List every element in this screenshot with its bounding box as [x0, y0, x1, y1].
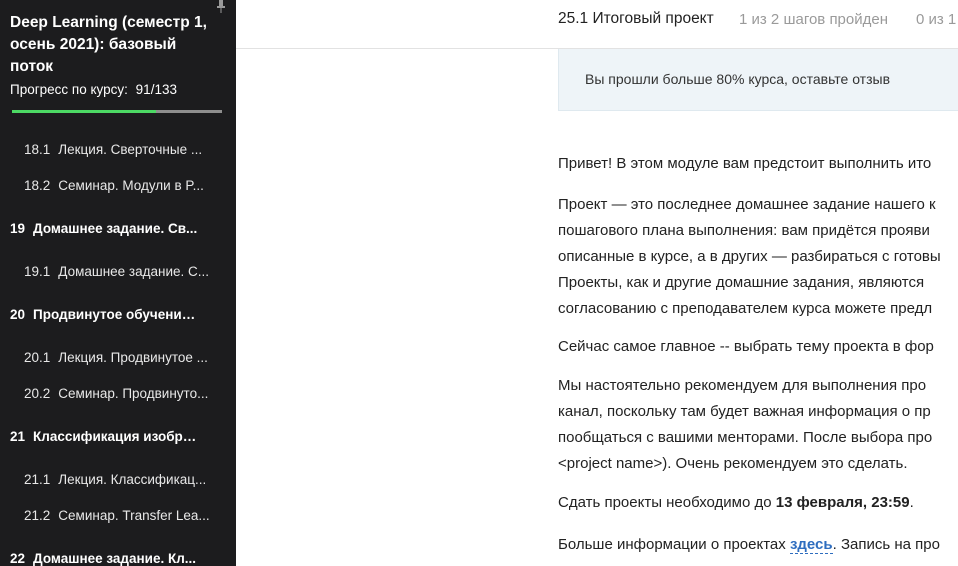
topic-choice-paragraph: Сейчас самое главное -- выбрать тему про…	[558, 338, 934, 355]
item-number: 21.2	[24, 508, 51, 523]
deadline-suffix: .	[909, 494, 914, 511]
sidebar-item-19-1[interactable]: 19.1 Домашнее задание. С...	[0, 262, 214, 282]
progress-bar	[12, 110, 222, 113]
deadline-paragraph: Сдать проекты необходимо до 13 февраля, …	[558, 490, 914, 516]
lesson-header: 25.1 Итоговый проект 1 из 2 шагов пройде…	[236, 0, 958, 49]
deadline-date: 13 февраля, 23:59	[775, 494, 910, 511]
item-label: Семинар. Transfer Lea...	[58, 508, 210, 523]
sidebar-module-19[interactable]: 19 Домашнее задание. Св...	[0, 219, 198, 239]
text-line: пообщаться с вашими менторами. После выб…	[558, 429, 933, 446]
deadline-prefix: Сдать проекты необходимо до	[558, 494, 776, 511]
module-number: 21	[10, 429, 26, 444]
progress-bar-fill	[12, 110, 156, 113]
sidebar-module-22[interactable]: 22 Домашнее задание. Кл...	[0, 549, 198, 566]
text-line: Проект — это последнее домашнее задание …	[558, 196, 936, 213]
item-label: Семинар. Модули в P...	[58, 178, 204, 193]
module-label: Домашнее задание. Кл...	[33, 551, 197, 566]
item-number: 20.1	[24, 350, 51, 365]
item-label: Домашнее задание. С...	[58, 264, 210, 279]
intro-paragraph: Привет! В этом модуле вам предстоит выпо…	[558, 155, 932, 172]
text-line: Мы настоятельно рекомендуем для выполнен…	[558, 377, 927, 394]
text-line: <project name>). Очень рекомендуем это с…	[558, 455, 908, 472]
more-info-paragraph: Больше информации о проектах здесь. Запи…	[558, 532, 940, 558]
points-status: 0 из 1	[916, 11, 957, 28]
sidebar-item-21-1[interactable]: 21.1 Лекция. Классификац...	[0, 470, 214, 490]
course-progress: Прогресс по курсу: 91/133	[10, 82, 177, 97]
more-info-suffix: . Запись на про	[832, 536, 940, 553]
item-number: 18.2	[24, 178, 51, 193]
item-number: 19.1	[24, 264, 51, 279]
progress-label: Прогресс по курсу:	[10, 82, 128, 97]
pin-icon[interactable]	[214, 0, 228, 14]
more-info-prefix: Больше информации о проектах	[558, 536, 790, 553]
course-sidebar: Deep Learning (семестр 1, осень 2021): б…	[0, 0, 236, 566]
item-number: 18.1	[24, 142, 51, 157]
item-number: 20.2	[24, 386, 51, 401]
module-label: Классификация изобра...	[33, 429, 198, 444]
item-label: Лекция. Продвинутое ...	[58, 350, 208, 365]
item-number: 21.1	[24, 472, 51, 487]
text-line: согласованию с преподавателем курса може…	[558, 300, 933, 317]
text-line: канал, поскольку там будет важная информ…	[558, 403, 931, 420]
text-line: пошагового плана выполнения: вам придётс…	[558, 222, 930, 239]
course-title[interactable]: Deep Learning (семестр 1, осень 2021): б…	[10, 12, 210, 78]
steps-status: 1 из 2 шагов пройден	[739, 11, 889, 28]
progress-value: 91/133	[135, 82, 177, 97]
module-number: 22	[10, 551, 26, 566]
sidebar-module-20[interactable]: 20 Продвинутое обучение ...	[0, 305, 198, 325]
project-description-paragraph: Проект — это последнее домашнее задание …	[558, 192, 941, 322]
text-line: Проекты, как и другие домашние задания, …	[558, 274, 925, 291]
item-label: Семинар. Продвинуто...	[58, 386, 209, 401]
lesson-title: 25.1 Итоговый проект	[558, 10, 714, 27]
sidebar-item-20-1[interactable]: 20.1 Лекция. Продвинутое ...	[0, 348, 214, 368]
module-number: 20	[10, 307, 26, 322]
recommendation-paragraph: Мы настоятельно рекомендуем для выполнен…	[558, 373, 932, 477]
more-info-link[interactable]: здесь	[789, 536, 833, 554]
item-label: Лекция. Сверточные ...	[58, 142, 203, 157]
module-label: Домашнее задание. Св...	[33, 221, 198, 236]
sidebar-item-20-2[interactable]: 20.2 Семинар. Продвинуто...	[0, 384, 214, 404]
module-label: Продвинутое обучение ...	[33, 307, 198, 322]
item-label: Лекция. Классификац...	[58, 472, 207, 487]
feedback-banner[interactable]: Вы прошли больше 80% курса, оставьте отз…	[558, 49, 958, 111]
sidebar-item-18-2[interactable]: 18.2 Семинар. Модули в P...	[0, 176, 214, 196]
text-line: описанные в курсе, а в других — разбират…	[558, 248, 941, 265]
feedback-banner-text: Вы прошли больше 80% курса, оставьте отз…	[585, 71, 891, 87]
module-number: 19	[10, 221, 26, 236]
sidebar-item-18-1[interactable]: 18.1 Лекция. Сверточные ...	[0, 140, 214, 160]
sidebar-module-21[interactable]: 21 Классификация изобра...	[0, 427, 198, 447]
sidebar-item-21-2[interactable]: 21.2 Семинар. Transfer Lea...	[0, 506, 214, 526]
